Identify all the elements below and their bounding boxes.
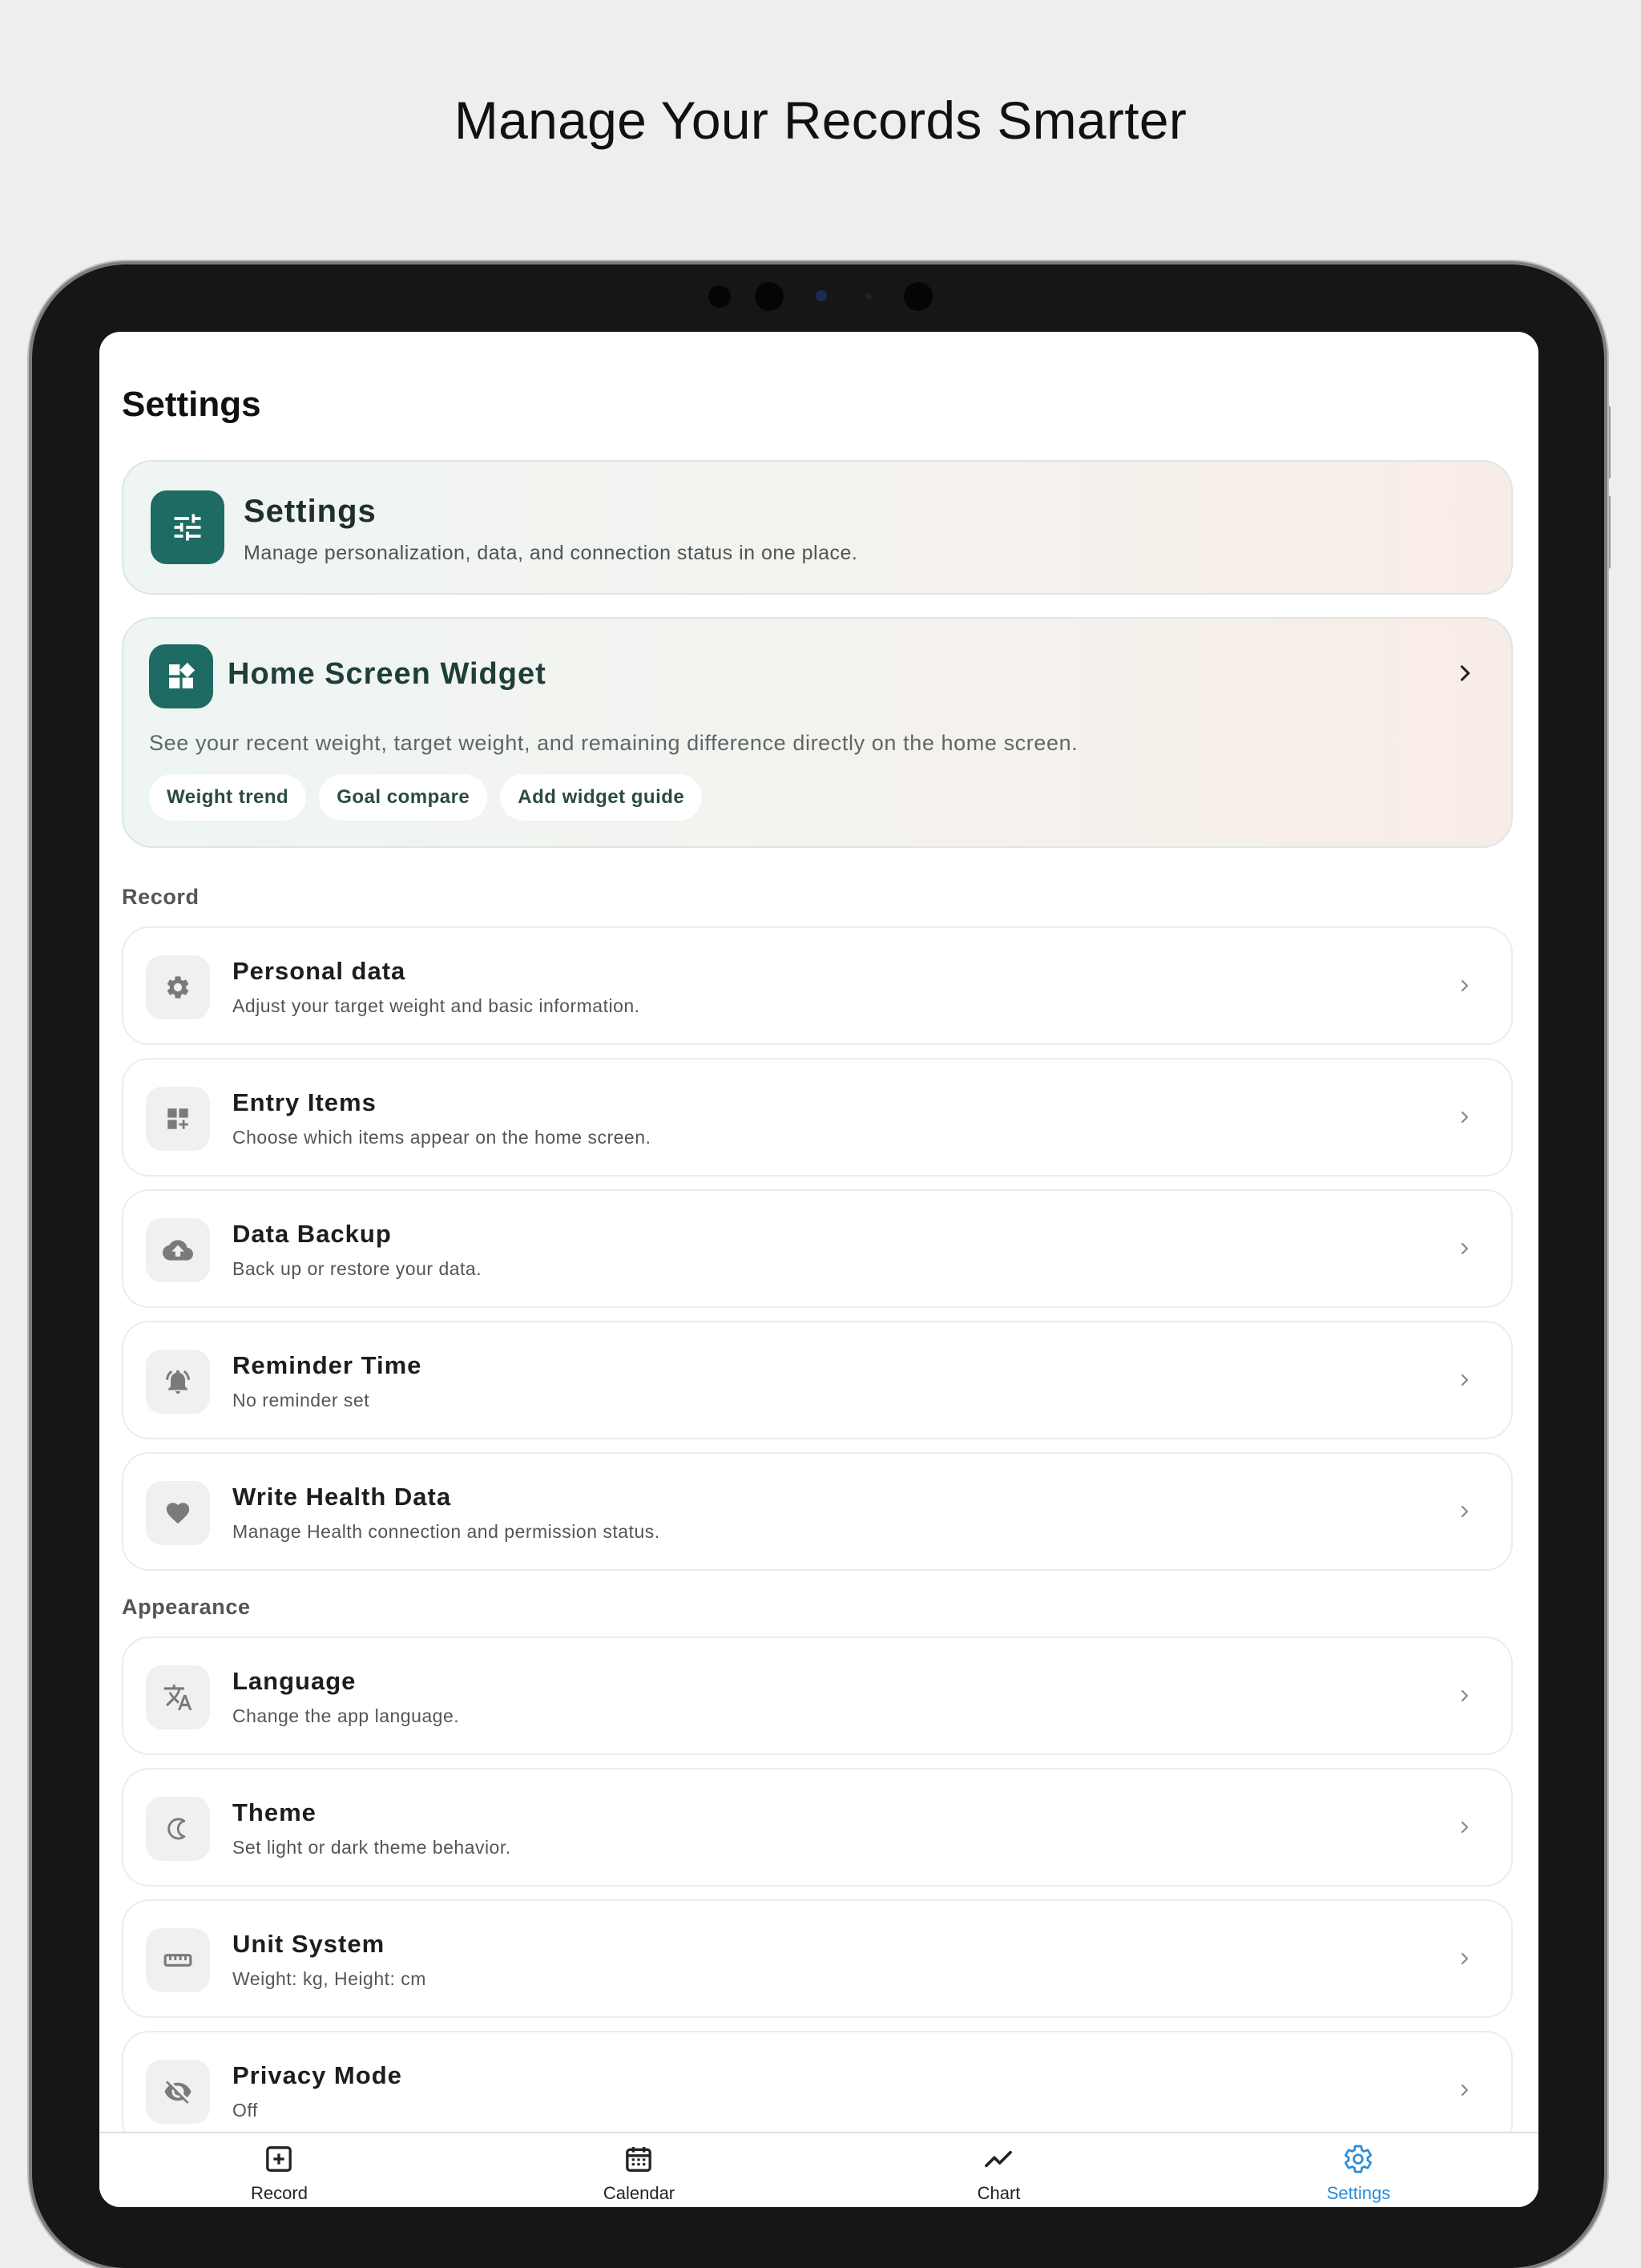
settings-header-card: Settings Manage personalization, data, a…	[122, 460, 1513, 595]
app-screen: Settings Settings Manage personalization…	[99, 332, 1538, 2207]
camera-dot	[755, 282, 784, 311]
settings-row-personal-data[interactable]: Personal data Adjust your target weight …	[122, 926, 1513, 1045]
camera-dot	[708, 285, 731, 308]
home-screen-widget-card[interactable]: Home Screen Widget See your recent weigh…	[122, 617, 1513, 848]
chevron-right-icon	[1455, 1502, 1474, 1525]
tab-label: Chart	[977, 2183, 1021, 2203]
settings-row-language[interactable]: Language Change the app language.	[122, 1636, 1513, 1755]
chevron-right-icon	[1455, 1686, 1474, 1709]
alarm-icon	[146, 1350, 210, 1414]
settings-row-theme[interactable]: Theme Set light or dark theme behavior.	[122, 1768, 1513, 1887]
widget-chips: Weight trend Goal compare Add widget gui…	[149, 774, 703, 821]
heart-icon	[146, 1481, 210, 1545]
row-title: Theme	[232, 1798, 317, 1826]
tab-label: Settings	[1326, 2183, 1391, 2203]
row-title: Privacy Mode	[232, 2061, 402, 2089]
row-subtitle: Manage Health connection and permission …	[232, 1521, 660, 1542]
chevron-right-icon	[1455, 1108, 1474, 1131]
chevron-right-icon	[1455, 1818, 1474, 1841]
row-subtitle: Adjust your target weight and basic info…	[232, 995, 640, 1016]
chevron-right-icon	[1455, 1370, 1474, 1394]
device-volume-up-button	[1604, 406, 1611, 479]
chevron-right-icon	[1455, 1239, 1474, 1262]
row-title: Unit System	[232, 1930, 385, 1958]
chevron-right-icon	[1455, 2080, 1474, 2104]
row-title: Data Backup	[232, 1220, 392, 1248]
gear-icon	[1342, 2143, 1374, 2179]
translate-icon	[146, 1665, 210, 1729]
row-title: Reminder Time	[232, 1351, 422, 1379]
row-title: Personal data	[232, 957, 406, 985]
row-subtitle: Back up or restore your data.	[232, 1258, 482, 1279]
chevron-right-icon	[1455, 1949, 1474, 1972]
gear-icon	[146, 955, 210, 1019]
widgets-icon	[149, 644, 213, 708]
camera-dot	[865, 293, 872, 300]
row-subtitle: No reminder set	[232, 1390, 370, 1410]
chevron-right-icon	[1454, 662, 1476, 688]
widget-card-title: Home Screen Widget	[228, 657, 546, 691]
trend-icon	[982, 2143, 1014, 2179]
chip-goal-compare[interactable]: Goal compare	[319, 774, 488, 821]
settings-row-write-health-data[interactable]: Write Health Data Manage Health connecti…	[122, 1452, 1513, 1571]
camera-sensor	[816, 290, 827, 301]
chevron-right-icon	[1455, 976, 1474, 999]
tab-chart[interactable]: Chart	[819, 2133, 1179, 2207]
settings-row-entry-items[interactable]: Entry Items Choose which items appear on…	[122, 1058, 1513, 1176]
chip-weight-trend[interactable]: Weight trend	[149, 774, 307, 821]
header-card-subtitle: Manage personalization, data, and connec…	[244, 542, 858, 564]
row-title: Language	[232, 1667, 357, 1695]
header-card-title: Settings	[244, 494, 377, 529]
row-subtitle: Off	[232, 2100, 258, 2121]
cloud-upload-icon	[146, 1218, 210, 1282]
tab-settings[interactable]: Settings	[1179, 2133, 1538, 2207]
tab-label: Calendar	[603, 2183, 675, 2203]
camera-dot	[904, 282, 933, 311]
settings-row-unit-system[interactable]: Unit System Weight: kg, Height: cm	[122, 1899, 1513, 2018]
section-label-record: Record	[122, 885, 200, 909]
section-label-appearance: Appearance	[122, 1595, 251, 1619]
row-subtitle: Choose which items appear on the home sc…	[232, 1127, 651, 1148]
moon-icon	[146, 1797, 210, 1861]
tab-record[interactable]: Record	[99, 2133, 459, 2207]
settings-row-reminder-time[interactable]: Reminder Time No reminder set	[122, 1321, 1513, 1439]
tab-calendar[interactable]: Calendar	[459, 2133, 819, 2207]
bottom-tab-bar: Record Calendar Chart Settings	[99, 2132, 1538, 2207]
dashboard-add-icon	[146, 1087, 210, 1151]
settings-row-data-backup[interactable]: Data Backup Back up or restore your data…	[122, 1189, 1513, 1308]
calendar-icon	[623, 2143, 655, 2179]
row-subtitle: Set light or dark theme behavior.	[232, 1837, 511, 1858]
tune-icon	[151, 490, 224, 564]
row-title: Entry Items	[232, 1088, 377, 1116]
add-box-icon	[263, 2143, 295, 2179]
tab-label: Record	[251, 2183, 308, 2203]
row-subtitle: Change the app language.	[232, 1705, 460, 1726]
row-subtitle: Weight: kg, Height: cm	[232, 1968, 426, 1989]
ruler-icon	[146, 1928, 210, 1992]
eye-off-icon	[146, 2060, 210, 2124]
device-volume-down-button	[1604, 495, 1611, 569]
headline: Manage Your Records Smarter	[454, 91, 1187, 150]
chip-add-widget-guide[interactable]: Add widget guide	[500, 774, 703, 821]
page-title: Settings	[122, 385, 261, 424]
widget-card-description: See your recent weight, target weight, a…	[149, 731, 1079, 755]
row-title: Write Health Data	[232, 1483, 452, 1511]
